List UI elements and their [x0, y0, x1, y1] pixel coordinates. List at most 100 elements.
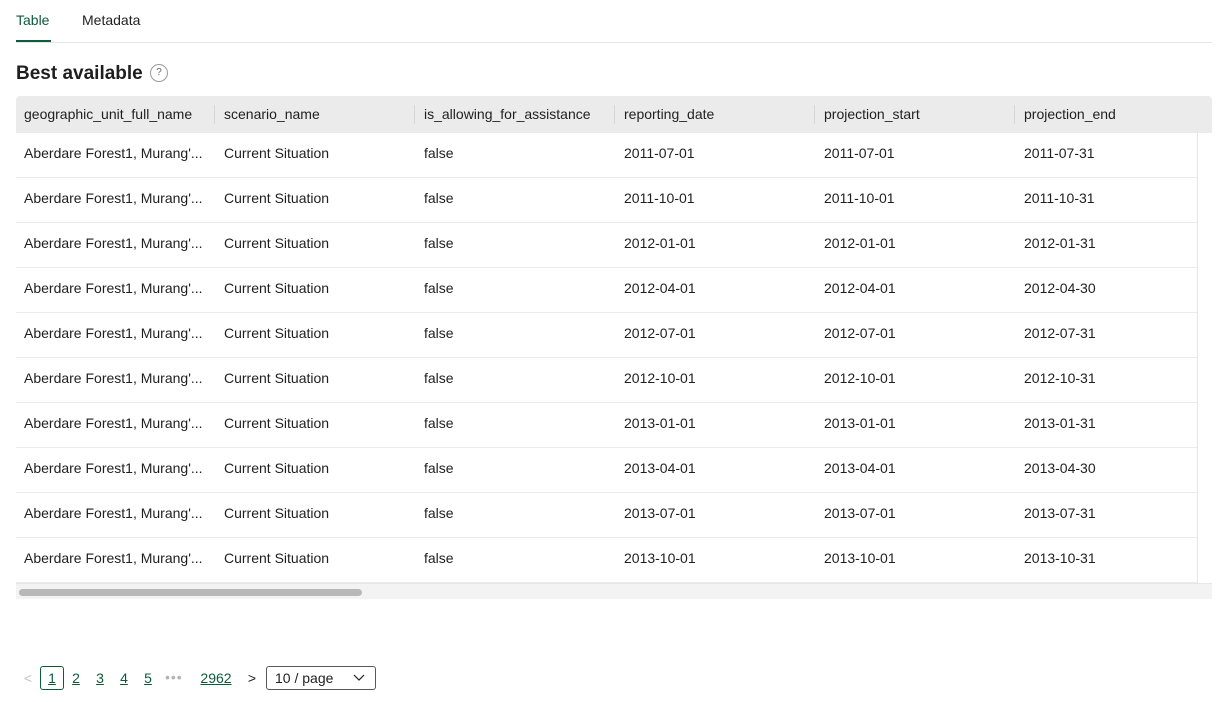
active-tab-indicator [16, 40, 51, 42]
table-row[interactable]: Aberdare Forest1, Murang'... Current Situ… [16, 223, 1197, 268]
more-pages-icon[interactable]: ••• [165, 666, 189, 690]
geographic-unit-cell: Aberdare Forest1, Murang'... [24, 370, 203, 386]
projection-start-cell: 2013-04-01 [824, 460, 896, 476]
assistance-flag-cell: false [424, 145, 454, 161]
table-row[interactable]: Aberdare Forest1, Murang'... Current Situ… [16, 448, 1197, 493]
table-row[interactable]: Aberdare Forest1, Murang'... Current Situ… [16, 133, 1197, 178]
column-divider [614, 105, 615, 124]
reporting-date-cell: 2013-01-01 [624, 415, 696, 431]
scenario-name-cell: Current Situation [224, 145, 330, 161]
scrollbar-thumb[interactable] [19, 589, 362, 596]
projection-start-cell: 2013-10-01 [824, 550, 896, 566]
assistance-flag-cell: false [424, 460, 454, 476]
column-header-projection-start[interactable]: projection_start [816, 96, 1016, 133]
geographic-unit-cell: Aberdare Forest1, Murang'... [24, 505, 203, 521]
reporting-date-cell: 2011-10-01 [624, 190, 695, 206]
scenario-name-cell: Current Situation [224, 235, 330, 251]
column-divider [1014, 105, 1015, 124]
projection-end-cell: 2011-10-31 [1024, 190, 1095, 206]
column-header-reporting-date[interactable]: reporting_date [616, 96, 816, 133]
prev-page-icon[interactable]: < [20, 666, 36, 690]
projection-start-cell: 2012-07-01 [824, 325, 896, 341]
reporting-date-cell: 2013-10-01 [624, 550, 696, 566]
projection-start-cell: 2013-07-01 [824, 505, 896, 521]
assistance-flag-cell: false [424, 415, 454, 431]
column-header-projection-end[interactable]: projection_end [1016, 96, 1212, 133]
reporting-date-cell: 2012-07-01 [624, 325, 696, 341]
projection-end-cell: 2013-10-31 [1024, 550, 1096, 566]
projection-start-cell: 2012-01-01 [824, 235, 896, 251]
projection-end-cell: 2012-01-31 [1024, 235, 1096, 251]
assistance-flag-cell: false [424, 370, 454, 386]
projection-end-cell: 2012-10-31 [1024, 370, 1096, 386]
projection-end-cell: 2011-07-31 [1024, 145, 1095, 161]
reporting-date-cell: 2013-04-01 [624, 460, 696, 476]
projection-end-cell: 2013-04-30 [1024, 460, 1096, 476]
scenario-name-cell: Current Situation [224, 505, 330, 521]
geographic-unit-cell: Aberdare Forest1, Murang'... [24, 145, 203, 161]
column-divider [414, 105, 415, 124]
table-row[interactable]: Aberdare Forest1, Murang'... Current Situ… [16, 358, 1197, 403]
tab-metadata[interactable]: Metadata [82, 11, 140, 29]
next-page-icon[interactable]: > [244, 666, 260, 690]
section-title: Best available [16, 63, 143, 84]
reporting-date-cell: 2012-10-01 [624, 370, 696, 386]
data-table: geographic_unit_full_name scenario_name … [16, 96, 1212, 599]
projection-start-cell: 2012-04-01 [824, 280, 896, 296]
scenario-name-cell: Current Situation [224, 370, 330, 386]
chevron-down-icon [353, 667, 365, 689]
projection-start-cell: 2012-10-01 [824, 370, 896, 386]
tab-bar: Table Metadata [16, 0, 1212, 43]
geographic-unit-cell: Aberdare Forest1, Murang'... [24, 415, 203, 431]
assistance-flag-cell: false [424, 190, 454, 206]
page-last-button[interactable]: 2962 [198, 666, 234, 690]
projection-end-cell: 2012-04-30 [1024, 280, 1096, 296]
page-1-button[interactable]: 1 [40, 666, 64, 690]
reporting-date-cell: 2012-04-01 [624, 280, 696, 296]
reporting-date-cell: 2012-01-01 [624, 235, 696, 251]
projection-end-cell: 2013-07-31 [1024, 505, 1096, 521]
horizontal-scrollbar[interactable] [16, 583, 1212, 599]
page-3-button[interactable]: 3 [92, 666, 108, 690]
reporting-date-cell: 2013-07-01 [624, 505, 696, 521]
table-row[interactable]: Aberdare Forest1, Murang'... Current Situ… [16, 493, 1197, 538]
geographic-unit-cell: Aberdare Forest1, Murang'... [24, 550, 203, 566]
scenario-name-cell: Current Situation [224, 460, 330, 476]
page-size-select[interactable]: 10 / page [266, 666, 376, 690]
page: Table Metadata Best available ? geograph… [0, 0, 1226, 702]
scenario-name-cell: Current Situation [224, 280, 330, 296]
column-divider [214, 105, 215, 124]
assistance-flag-cell: false [424, 280, 454, 296]
table-body: Aberdare Forest1, Murang'... Current Situ… [16, 133, 1198, 583]
scenario-name-cell: Current Situation [224, 325, 330, 341]
table-row[interactable]: Aberdare Forest1, Murang'... Current Situ… [16, 538, 1197, 583]
page-5-button[interactable]: 5 [140, 666, 156, 690]
column-divider [814, 105, 815, 124]
page-4-button[interactable]: 4 [116, 666, 132, 690]
assistance-flag-cell: false [424, 325, 454, 341]
assistance-flag-cell: false [424, 505, 454, 521]
column-header-geographic-unit-full-name[interactable]: geographic_unit_full_name [16, 96, 216, 133]
page-2-button[interactable]: 2 [68, 666, 84, 690]
table-row[interactable]: Aberdare Forest1, Murang'... Current Situ… [16, 268, 1197, 313]
column-header-is-allowing-for-assistance[interactable]: is_allowing_for_assistance [416, 96, 616, 133]
geographic-unit-cell: Aberdare Forest1, Murang'... [24, 280, 203, 296]
geographic-unit-cell: Aberdare Forest1, Murang'... [24, 325, 203, 341]
scenario-name-cell: Current Situation [224, 550, 330, 566]
geographic-unit-cell: Aberdare Forest1, Murang'... [24, 235, 203, 251]
column-header-scenario-name[interactable]: scenario_name [216, 96, 416, 133]
projection-start-cell: 2011-07-01 [824, 145, 895, 161]
projection-start-cell: 2011-10-01 [824, 190, 895, 206]
table-row[interactable]: Aberdare Forest1, Murang'... Current Situ… [16, 313, 1197, 358]
table-header: geographic_unit_full_name scenario_name … [16, 96, 1212, 133]
reporting-date-cell: 2011-07-01 [624, 145, 695, 161]
help-icon[interactable]: ? [150, 64, 168, 82]
projection-end-cell: 2013-01-31 [1024, 415, 1096, 431]
table-row[interactable]: Aberdare Forest1, Murang'... Current Situ… [16, 403, 1197, 448]
table-row[interactable]: Aberdare Forest1, Murang'... Current Situ… [16, 178, 1197, 223]
page-size-value: 10 / page [275, 670, 334, 686]
tab-table[interactable]: Table [16, 11, 49, 29]
scenario-name-cell: Current Situation [224, 190, 330, 206]
projection-start-cell: 2013-01-01 [824, 415, 896, 431]
geographic-unit-cell: Aberdare Forest1, Murang'... [24, 460, 203, 476]
